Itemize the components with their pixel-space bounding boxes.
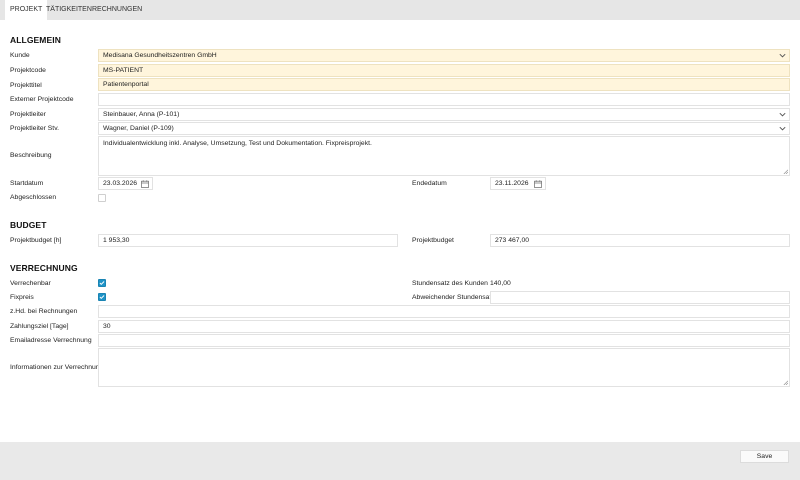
verrechenbar-label: Verrechenbar [10, 280, 51, 287]
projektbudget-input[interactable]: 273 467,00 [490, 234, 790, 247]
calendar-icon[interactable] [141, 180, 149, 188]
section-title-budget: BUDGET [10, 220, 47, 230]
projekttitel-label: Projekttitel [10, 82, 42, 89]
zahlungsziel-label: Zahlungsziel [Tage] [10, 323, 69, 330]
check-icon [99, 281, 105, 285]
startdatum-input[interactable]: 23.03.2026 [98, 177, 153, 190]
stundensatz-kunden-value: 140,00 [490, 280, 511, 287]
projektleiter-stv-label: Projektleiter Stv. [10, 125, 59, 132]
projektleiter-select[interactable]: Steinbauer, Anna (P-101) [98, 108, 790, 121]
beschreibung-value: Individualentwicklung inkl. Analyse, Ums… [103, 140, 372, 147]
abgeschlossen-checkbox[interactable] [98, 194, 106, 202]
zhd-label: z.Hd. bei Rechnungen [10, 308, 78, 315]
chevron-down-icon [779, 112, 786, 117]
kunde-label: Kunde [10, 52, 30, 59]
tab-bar: PROJEKT TÄTIGKEITEN RECHNUNGEN [0, 0, 800, 20]
resize-grip-icon[interactable] [783, 380, 788, 385]
informationen-textarea[interactable] [98, 348, 790, 387]
zhd-input[interactable] [98, 305, 790, 318]
stundensatz-kunden-label: Stundensatz des Kunden [412, 280, 488, 287]
chevron-down-icon [779, 53, 786, 58]
projektcode-label: Projektcode [10, 67, 46, 74]
projektleiter-value: Steinbauer, Anna (P-101) [103, 111, 180, 118]
chevron-down-icon [779, 126, 786, 131]
section-title-verrechnung: VERRECHNUNG [10, 263, 78, 273]
abweichender-stundensatz-input[interactable] [490, 291, 790, 304]
projekttitel-input[interactable]: Patientenportal [98, 78, 790, 91]
abweichender-stundensatz-label: Abweichender Stundensatz [412, 294, 495, 301]
beschreibung-textarea[interactable]: Individualentwicklung inkl. Analyse, Ums… [98, 136, 790, 176]
endedatum-label: Endedatum [412, 180, 447, 187]
projektleiter-stv-value: Wagner, Daniel (P-109) [103, 125, 174, 132]
startdatum-value: 23.03.2026 [103, 180, 138, 187]
externer-projektcode-input[interactable] [98, 93, 790, 106]
calendar-icon[interactable] [534, 180, 542, 188]
tab-rechnungen[interactable]: RECHNUNGEN [87, 0, 147, 20]
projektbudget-h-label: Projektbudget [h] [10, 237, 62, 244]
endedatum-value: 23.11.2026 [495, 180, 529, 187]
footer-bar [0, 442, 800, 480]
projektleiter-label: Projektleiter [10, 111, 46, 118]
beschreibung-label: Beschreibung [10, 152, 52, 159]
save-button[interactable]: Save [740, 450, 789, 463]
resize-grip-icon[interactable] [783, 169, 788, 174]
externer-projektcode-label: Externer Projektcode [10, 96, 74, 103]
fixpreis-checkbox[interactable] [98, 293, 106, 301]
section-title-allgemein: ALLGEMEIN [10, 35, 61, 45]
startdatum-label: Startdatum [10, 180, 44, 187]
fixpreis-label: Fixpreis [10, 294, 34, 301]
informationen-label: Informationen zur Verrechnung [10, 364, 104, 371]
check-icon [99, 295, 105, 299]
projektleiter-stv-select[interactable]: Wagner, Daniel (P-109) [98, 122, 790, 135]
emailadresse-label: Emailadresse Verrechnung [10, 337, 92, 344]
projektcode-input[interactable]: MS-PATIENT [98, 64, 790, 77]
projektbudget-label: Projektbudget [412, 237, 454, 244]
zahlungsziel-input[interactable]: 30 [98, 320, 790, 333]
emailadresse-input[interactable] [98, 334, 790, 347]
projektbudget-h-input[interactable]: 1 953,30 [98, 234, 398, 247]
abgeschlossen-label: Abgeschlossen [10, 194, 57, 201]
kunde-select[interactable]: Medisana Gesundheitszentren GmbH [98, 49, 790, 62]
kunde-value: Medisana Gesundheitszentren GmbH [103, 52, 217, 59]
endedatum-input[interactable]: 23.11.2026 [490, 177, 546, 190]
verrechenbar-checkbox[interactable] [98, 279, 106, 287]
